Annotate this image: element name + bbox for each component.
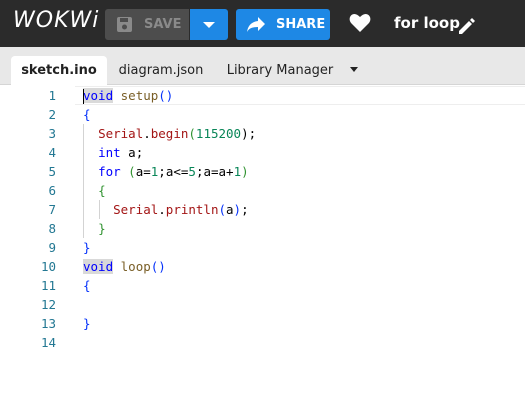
line-number: 8 — [48, 221, 56, 236]
line-number: 11 — [40, 278, 56, 293]
code-line[interactable]: void loop() — [83, 257, 166, 276]
code-token: 5 — [188, 164, 196, 179]
code-token: } — [83, 316, 91, 331]
editor-tab-bar: sketch.ino diagram.json Library Manager — [0, 47, 525, 85]
code-token: ; — [241, 202, 249, 217]
top-bar: WOKWi SAVE SHARE for loop — [0, 0, 525, 47]
line-number: 12 — [40, 297, 56, 312]
code-token: begin — [150, 126, 189, 141]
code-token: ;a=a+ — [195, 164, 234, 179]
code-line[interactable]: int a; — [83, 143, 143, 162]
share-arrow-icon — [247, 17, 265, 32]
code-token: for — [98, 164, 121, 179]
code-token: () — [158, 88, 174, 103]
heart-icon[interactable] — [349, 13, 371, 33]
code-token: () — [150, 259, 166, 274]
code-token: ( — [188, 126, 196, 141]
line-number: 5 — [48, 164, 56, 179]
code-token: ( — [218, 202, 227, 217]
code-token: a — [226, 202, 234, 217]
code-token: . — [143, 126, 151, 141]
line-number: 13 — [40, 316, 56, 331]
line-number: 10 — [40, 259, 56, 274]
code-token: a= — [135, 164, 151, 179]
tab-diagram-json[interactable]: diagram.json — [113, 56, 209, 85]
code-line[interactable]: Serial.println(a); — [83, 200, 249, 219]
code-token: void — [83, 259, 114, 274]
code-line[interactable]: } — [83, 238, 91, 257]
code-token: loop — [120, 259, 151, 274]
code-line[interactable]: void setup() — [83, 86, 173, 105]
code-token: setup — [120, 88, 159, 103]
code-line[interactable]: Serial.begin(115200); — [83, 124, 256, 143]
tab-sketch-ino[interactable]: sketch.ino — [11, 56, 107, 85]
code-token: . — [158, 202, 166, 217]
save-button[interactable]: SAVE — [105, 9, 189, 40]
code-token: ); — [241, 126, 257, 141]
code-line[interactable]: for (a=1;a<=5;a=a+1) — [83, 162, 249, 181]
save-options-dropdown[interactable] — [190, 9, 228, 40]
code-token: void — [83, 88, 114, 103]
code-token: int — [98, 145, 121, 160]
code-token: Serial — [98, 126, 144, 141]
code-token: } — [83, 240, 91, 255]
text-cursor — [83, 89, 84, 104]
line-number: 2 — [48, 107, 56, 122]
code-line[interactable]: { — [83, 276, 91, 295]
wokwi-logo[interactable]: WOKWi — [13, 8, 99, 33]
line-number: 7 — [48, 202, 56, 217]
line-number: 9 — [48, 240, 56, 255]
share-button-label: SHARE — [276, 17, 326, 32]
code-token: { — [98, 183, 106, 198]
chevron-down-icon — [203, 22, 215, 28]
pencil-icon[interactable] — [457, 16, 477, 36]
code-token: 1 — [233, 164, 242, 179]
save-button-label: SAVE — [144, 17, 182, 32]
code-token: ) — [241, 164, 249, 179]
code-token: ) — [233, 202, 242, 217]
line-number: 6 — [48, 183, 56, 198]
code-line[interactable]: } — [83, 314, 91, 333]
floppy-disk-icon — [117, 17, 132, 32]
line-number: 14 — [40, 335, 56, 350]
line-number: 4 — [48, 145, 56, 160]
code-token: Serial — [113, 202, 159, 217]
tab-menu-chevron-down-icon[interactable] — [350, 67, 358, 72]
code-token: a; — [120, 145, 144, 160]
code-token: 115200 — [195, 126, 242, 141]
code-token: { — [83, 278, 91, 293]
code-token: ;a<= — [158, 164, 189, 179]
code-line[interactable]: { — [83, 181, 106, 200]
code-token: ( — [128, 164, 136, 179]
tab-library-manager[interactable]: Library Manager — [222, 56, 338, 85]
project-title: for loop — [394, 14, 460, 32]
code-line[interactable]: { — [83, 105, 91, 124]
share-button[interactable]: SHARE — [236, 9, 330, 40]
line-number: 1 — [48, 88, 56, 103]
code-token: } — [98, 221, 106, 236]
code-token: println — [165, 202, 219, 217]
line-number: 3 — [48, 126, 56, 141]
code-editor[interactable]: 1 2 3 4 5 6 7 8 9 10 11 12 13 14 void setup(){ Serial… — [0, 86, 525, 404]
code-line[interactable]: } — [83, 219, 106, 238]
code-token: { — [83, 107, 91, 122]
